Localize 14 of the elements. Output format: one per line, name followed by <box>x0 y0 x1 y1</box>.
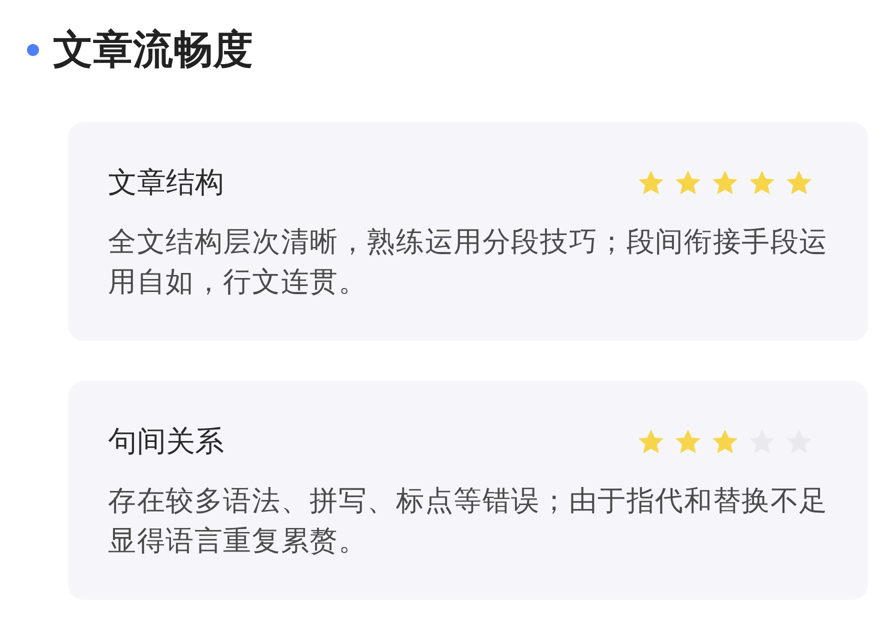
star-icon <box>712 170 738 194</box>
star-icon <box>712 428 738 454</box>
section-title: 文章流畅度 <box>53 26 253 74</box>
star-icon <box>786 170 812 194</box>
star-icon <box>638 170 664 194</box>
card-title: 文章结构 <box>108 164 224 200</box>
card-title: 句间关系 <box>108 423 224 459</box>
star-icon <box>749 170 775 194</box>
card-description: 存在较多语法、拼写、标点等错误；由于指代和替换不足显得语言重复累赘。 <box>108 483 829 559</box>
star-icon <box>675 428 701 454</box>
bullet-icon <box>27 44 39 56</box>
star-icon <box>675 170 701 194</box>
star-icon <box>638 428 664 454</box>
card-description: 全文结构层次清晰，熟练运用分段技巧；段间衔接手段运用自如，行文连贯。 <box>108 224 829 300</box>
